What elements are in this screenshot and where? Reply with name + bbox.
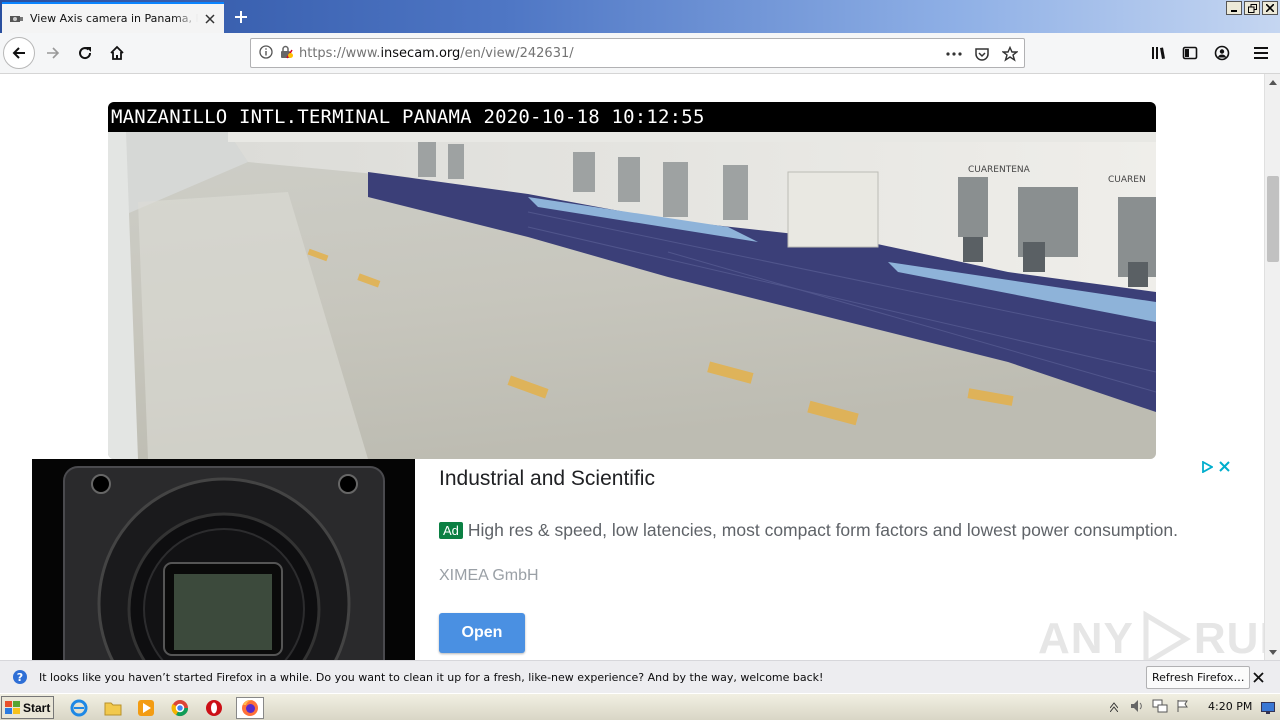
- reload-button[interactable]: [69, 37, 101, 69]
- watermark-text-left: ANY: [1038, 614, 1134, 660]
- svg-text:?: ?: [17, 671, 23, 684]
- file-explorer-icon[interactable]: [102, 697, 124, 719]
- notification-bar: ? It looks like you haven’t started Fire…: [0, 660, 1280, 693]
- insecure-lock-icon[interactable]: [279, 45, 293, 62]
- close-tab-icon[interactable]: [202, 11, 218, 27]
- ad-open-button[interactable]: Open: [439, 613, 525, 653]
- new-tab-button[interactable]: [228, 4, 254, 30]
- help-icon: ?: [12, 669, 28, 685]
- menu-button[interactable]: [1245, 37, 1277, 69]
- adchoices-play-icon[interactable]: [1201, 460, 1214, 476]
- clock[interactable]: 4:20 PM: [1208, 700, 1252, 713]
- ad-camera-image[interactable]: [32, 459, 415, 660]
- close-window-button[interactable]: [1262, 1, 1278, 15]
- ad-advertiser[interactable]: XIMEA GmbH: [439, 567, 539, 585]
- tray-expand-icon[interactable]: [1109, 701, 1119, 715]
- library-icon: [1152, 47, 1165, 59]
- firefox-icon: [242, 700, 258, 716]
- media-player-icon[interactable]: [135, 697, 157, 719]
- refresh-firefox-button[interactable]: Refresh Firefox…: [1146, 666, 1251, 689]
- ad-choices[interactable]: [1201, 460, 1230, 476]
- address-bar[interactable]: https://www.insecam.org/en/view/242631/: [250, 38, 1025, 68]
- vertical-scrollbar[interactable]: [1264, 74, 1280, 660]
- page-actions-icon[interactable]: [943, 43, 965, 65]
- play-logo-icon: [1143, 610, 1191, 660]
- tab-title: View Axis camera in Panama, Panama: [30, 12, 198, 25]
- close-notification-icon[interactable]: [1250, 669, 1266, 685]
- scroll-down-icon[interactable]: [1265, 644, 1280, 660]
- back-arrow-icon: [12, 47, 25, 59]
- pocket-icon[interactable]: [971, 43, 993, 65]
- camera-timestamp: MANZANILLO INTL.TERMINAL PANAMA 2020-10-…: [111, 106, 705, 128]
- notification-text: It looks like you haven’t started Firefo…: [39, 670, 824, 684]
- start-button[interactable]: Start: [1, 696, 54, 719]
- url-text[interactable]: https://www.insecam.org/en/view/242631/: [299, 46, 574, 61]
- account-icon: [1214, 45, 1230, 61]
- library-button[interactable]: [1142, 37, 1174, 69]
- network-icon[interactable]: [1152, 699, 1168, 716]
- sign-text: CUARENTENA: [968, 165, 1031, 175]
- back-button[interactable]: [3, 37, 35, 69]
- scrollbar-thumb[interactable]: [1267, 176, 1279, 262]
- sidebar-icon: [1182, 46, 1198, 60]
- camera-favicon-icon: [8, 11, 24, 27]
- account-button[interactable]: [1206, 37, 1238, 69]
- tab-active[interactable]: View Axis camera in Panama, Panama: [2, 2, 224, 33]
- opera-icon[interactable]: [203, 697, 225, 719]
- home-button[interactable]: [101, 37, 133, 69]
- chrome-icon[interactable]: [169, 697, 191, 719]
- reload-icon: [79, 47, 92, 60]
- forward-button[interactable]: [37, 37, 69, 69]
- taskbar: Start 4:20 PM: [0, 693, 1280, 720]
- home-icon: [110, 45, 124, 60]
- firefox-taskbar-button[interactable]: [236, 697, 264, 719]
- terminal-scene-image: CUARENTENA CUAREN: [108, 102, 1156, 459]
- ad-description-row[interactable]: Ad High res & speed, low latencies, most…: [439, 520, 1178, 541]
- forward-arrow-icon: [47, 47, 60, 59]
- ad-badge: Ad: [439, 522, 463, 539]
- info-icon[interactable]: [259, 44, 273, 62]
- page-content: CUARENTENA CUAREN MANZANILLO INTL.TERMIN…: [0, 74, 1264, 660]
- scroll-up-icon[interactable]: [1265, 74, 1280, 90]
- hamburger-menu-icon: [1254, 47, 1268, 59]
- show-desktop-icon[interactable]: [1259, 697, 1277, 719]
- window-controls: [1226, 1, 1278, 15]
- camera-feed-image: CUARENTENA CUAREN MANZANILLO INTL.TERMIN…: [108, 102, 1156, 459]
- sign-text: CUAREN: [1108, 175, 1146, 185]
- volume-icon[interactable]: [1130, 699, 1144, 716]
- sidebar-button[interactable]: [1174, 37, 1206, 69]
- watermark-text-right: RUN: [1193, 614, 1264, 660]
- start-label: Start: [23, 700, 51, 715]
- restore-button[interactable]: [1244, 1, 1260, 15]
- ad-headline[interactable]: Industrial and Scientific: [439, 467, 655, 491]
- windows-logo-icon: [5, 700, 20, 714]
- action-center-flag-icon[interactable]: [1176, 699, 1190, 716]
- bookmark-star-icon[interactable]: [999, 43, 1021, 65]
- title-bar: View Axis camera in Panama, Panama: [0, 0, 1280, 33]
- ad-description[interactable]: High res & speed, low latencies, most co…: [468, 520, 1178, 541]
- navigation-toolbar: https://www.insecam.org/en/view/242631/: [0, 33, 1280, 74]
- anyrun-watermark: ANY RUN: [1038, 609, 1264, 660]
- ad-close-icon[interactable]: [1219, 461, 1230, 476]
- minimize-button[interactable]: [1226, 1, 1242, 15]
- system-tray: [1104, 696, 1280, 719]
- internet-explorer-icon[interactable]: [68, 697, 90, 719]
